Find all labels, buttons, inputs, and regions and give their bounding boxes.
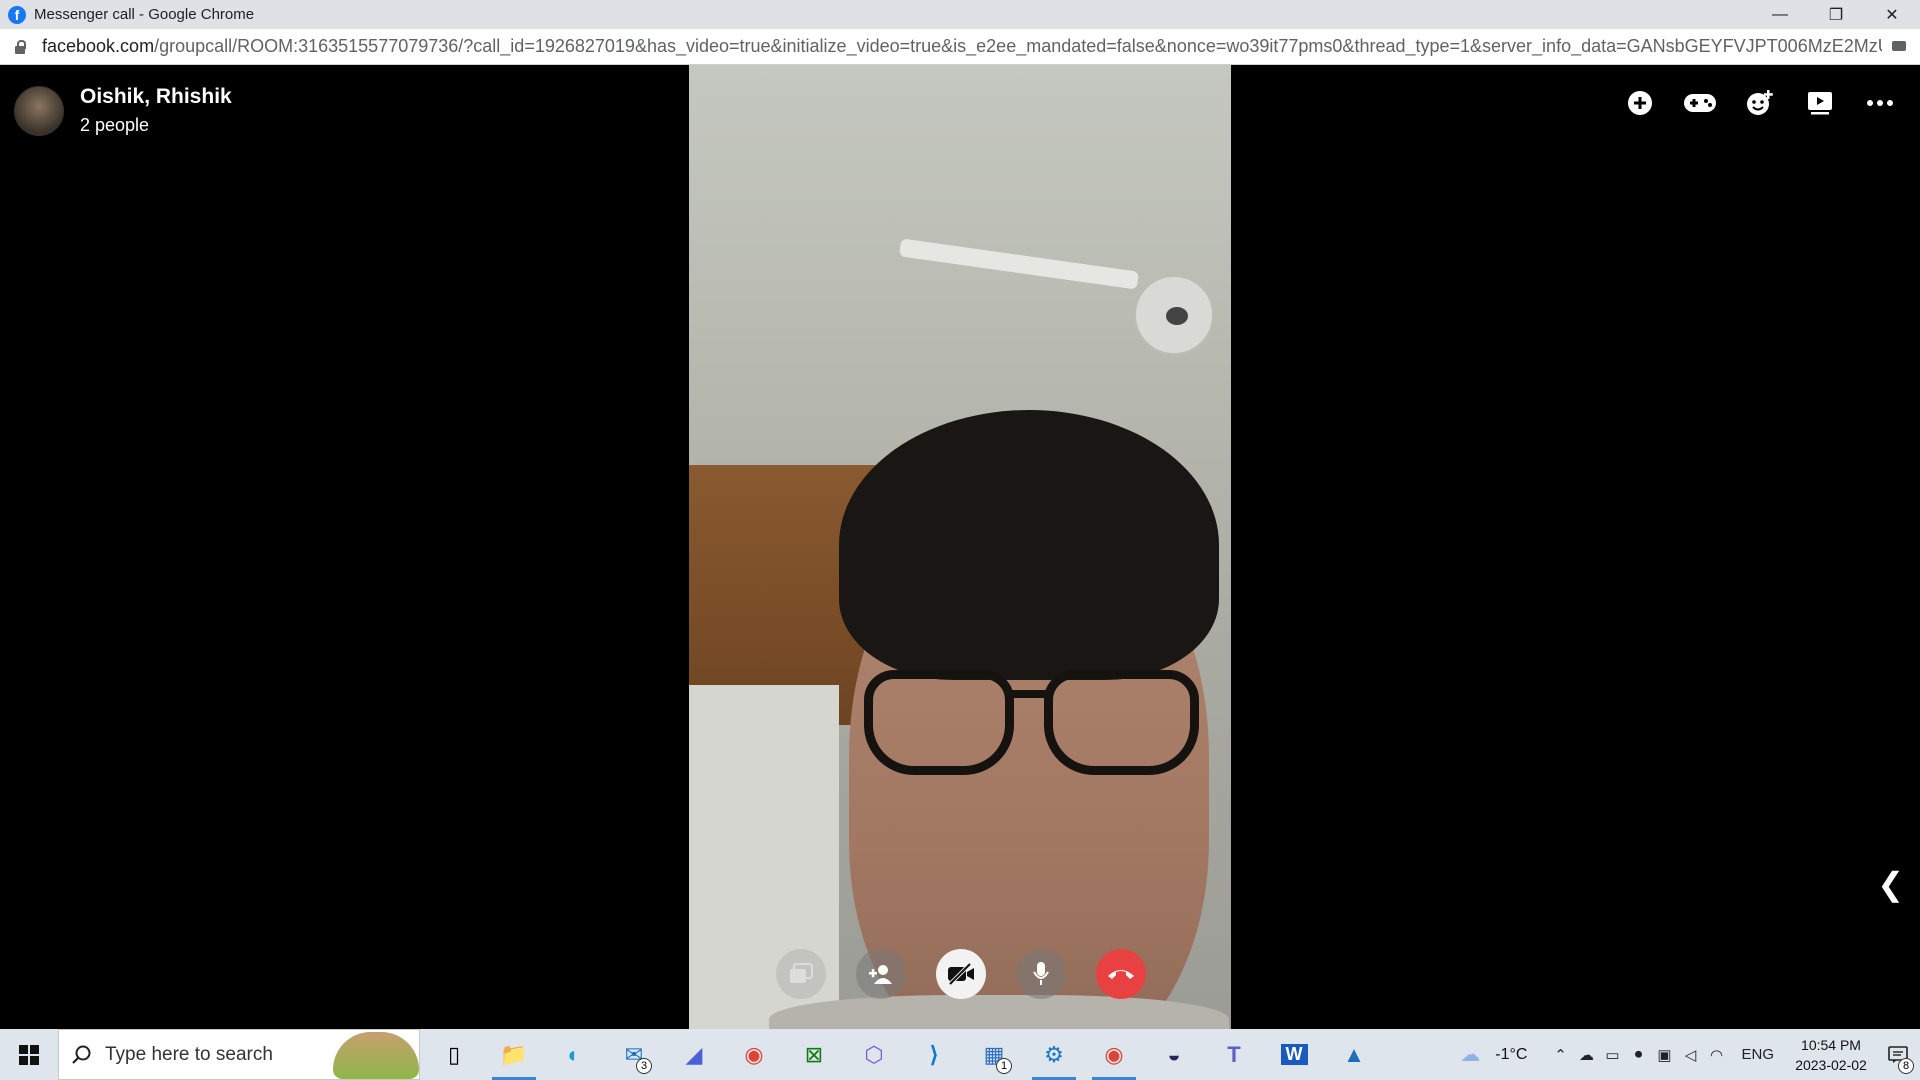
notification-badge: 8 (1898, 1058, 1914, 1074)
chevron-up-icon[interactable]: ⌃ (1547, 1029, 1573, 1080)
facebook-icon: f (8, 5, 26, 24)
clock-time: 10:54 PM (1801, 1036, 1861, 1053)
end-call-icon (1108, 970, 1134, 979)
effects-icon[interactable] (1742, 85, 1778, 121)
mail-icon[interactable]: ✉ 3 (604, 1029, 664, 1080)
microphone-button[interactable] (1016, 949, 1066, 999)
camera-toggle-button[interactable] (936, 949, 986, 999)
store-icon[interactable]: ▦ 1 (964, 1029, 1024, 1080)
group-avatar[interactable] (14, 85, 64, 136)
teams-icon[interactable]: T (1204, 1029, 1264, 1080)
windows-taskbar: Type here to search ▯ 📁 ◐ ✉ 3 ◢ ◉ ⊠ ⬡ ⟩ ▦… (0, 1029, 1920, 1080)
clock[interactable]: 10:54 PM 2023-02-02 (1786, 1035, 1876, 1075)
language-indicator[interactable]: ENG (1741, 1046, 1774, 1063)
wifi-icon[interactable]: ◠ (1703, 1029, 1729, 1080)
add-person-button[interactable] (856, 949, 906, 999)
copilot-icon[interactable]: ⬡ (844, 1029, 904, 1080)
word-icon[interactable]: W (1264, 1029, 1324, 1080)
chrome-icon[interactable]: ◉ (724, 1029, 784, 1080)
task-view-icon[interactable]: ▯ (424, 1029, 484, 1080)
call-header: Oishik, Rhishik 2 people (14, 85, 232, 136)
url-field[interactable]: facebook.com/groupcall/ROOM:316351557707… (42, 36, 1882, 57)
windows-icon (19, 1044, 39, 1065)
url-path: /groupcall/ROOM:3163515577079736/?call_i… (154, 36, 1882, 56)
mic-tray-icon[interactable]: ⏺ (1625, 1029, 1651, 1080)
call-title: Oishik, Rhishik (80, 85, 232, 108)
photos-icon[interactable]: ▲ (1324, 1029, 1384, 1080)
temperature[interactable]: -1°C (1495, 1046, 1527, 1064)
remote-video (689, 65, 1231, 1029)
minimize-button[interactable]: — (1752, 0, 1808, 29)
battery-icon[interactable]: ▭ (1599, 1029, 1625, 1080)
store-badge: 1 (996, 1058, 1012, 1074)
url-host: facebook.com (42, 36, 155, 56)
lock-icon[interactable] (14, 39, 26, 54)
microphone-icon (1033, 962, 1049, 985)
browser-title-bar: f Messenger call - Google Chrome — ❐ ✕ (0, 0, 1920, 29)
call-area: Oishik, Rhishik 2 people ❮ (0, 65, 1920, 1029)
camera-indicator-icon[interactable] (1892, 41, 1906, 51)
clock-date: 2023-02-02 (1795, 1056, 1867, 1073)
close-window-button[interactable]: ✕ (1864, 0, 1920, 29)
collapse-panel-button[interactable]: ❮ (1877, 865, 1904, 903)
xbox-icon[interactable]: ⊠ (784, 1029, 844, 1080)
taskbar-apps: ▯ 📁 ◐ ✉ 3 ◢ ◉ ⊠ ⬡ ⟩ ▦ 1 ⚙ ◉ ◒ T W ▲ (424, 1029, 1384, 1080)
add-icon[interactable] (1622, 85, 1658, 121)
camera-off-icon (948, 962, 974, 986)
weather-icon[interactable]: ☁ (1453, 1029, 1487, 1080)
watch-together-icon[interactable] (1802, 85, 1838, 121)
restore-button[interactable]: ❐ (1808, 0, 1864, 29)
taskbar-search[interactable]: Type here to search (58, 1029, 420, 1080)
edge-icon[interactable]: ◐ (544, 1029, 604, 1080)
start-button[interactable] (0, 1029, 58, 1080)
settings-app-icon[interactable]: ⚙ (1024, 1029, 1084, 1080)
end-call-button[interactable] (1096, 949, 1146, 999)
onedrive-icon[interactable]: ☁ (1573, 1029, 1599, 1080)
participant-count: 2 people (80, 115, 150, 135)
share-screen-icon (790, 963, 813, 983)
eclipse-icon[interactable]: ◒ (1144, 1029, 1204, 1080)
volume-icon[interactable]: ◁ (1677, 1029, 1703, 1080)
add-person-icon (869, 965, 892, 984)
share-screen-button[interactable] (776, 949, 826, 999)
security-icon[interactable]: ▣ (1651, 1029, 1677, 1080)
search-placeholder: Type here to search (105, 1043, 273, 1065)
search-icon (72, 1045, 91, 1064)
mail-badge: 3 (636, 1058, 652, 1074)
system-tray: ☁ -1°C ⌃ ☁ ▭ ⏺ ▣ ◁ ◠ ENG 10:54 PM 2023-0… (1453, 1029, 1920, 1080)
address-bar[interactable]: facebook.com/groupcall/ROOM:316351557707… (0, 29, 1920, 65)
call-controls (776, 949, 1146, 999)
notification-center-button[interactable]: 8 (1876, 1029, 1920, 1080)
chrome-active-icon[interactable]: ◉ (1084, 1029, 1144, 1080)
top-actions (1622, 85, 1898, 121)
window-controls: — ❐ ✕ (1752, 0, 1920, 29)
games-icon[interactable] (1682, 85, 1718, 121)
more-icon[interactable] (1862, 85, 1898, 121)
search-highlight-image[interactable] (333, 1032, 419, 1079)
window-title: Messenger call - Google Chrome (34, 6, 255, 23)
pen-app-icon[interactable]: ◢ (664, 1029, 724, 1080)
vscode-icon[interactable]: ⟩ (904, 1029, 964, 1080)
file-explorer-icon[interactable]: 📁 (484, 1029, 544, 1080)
